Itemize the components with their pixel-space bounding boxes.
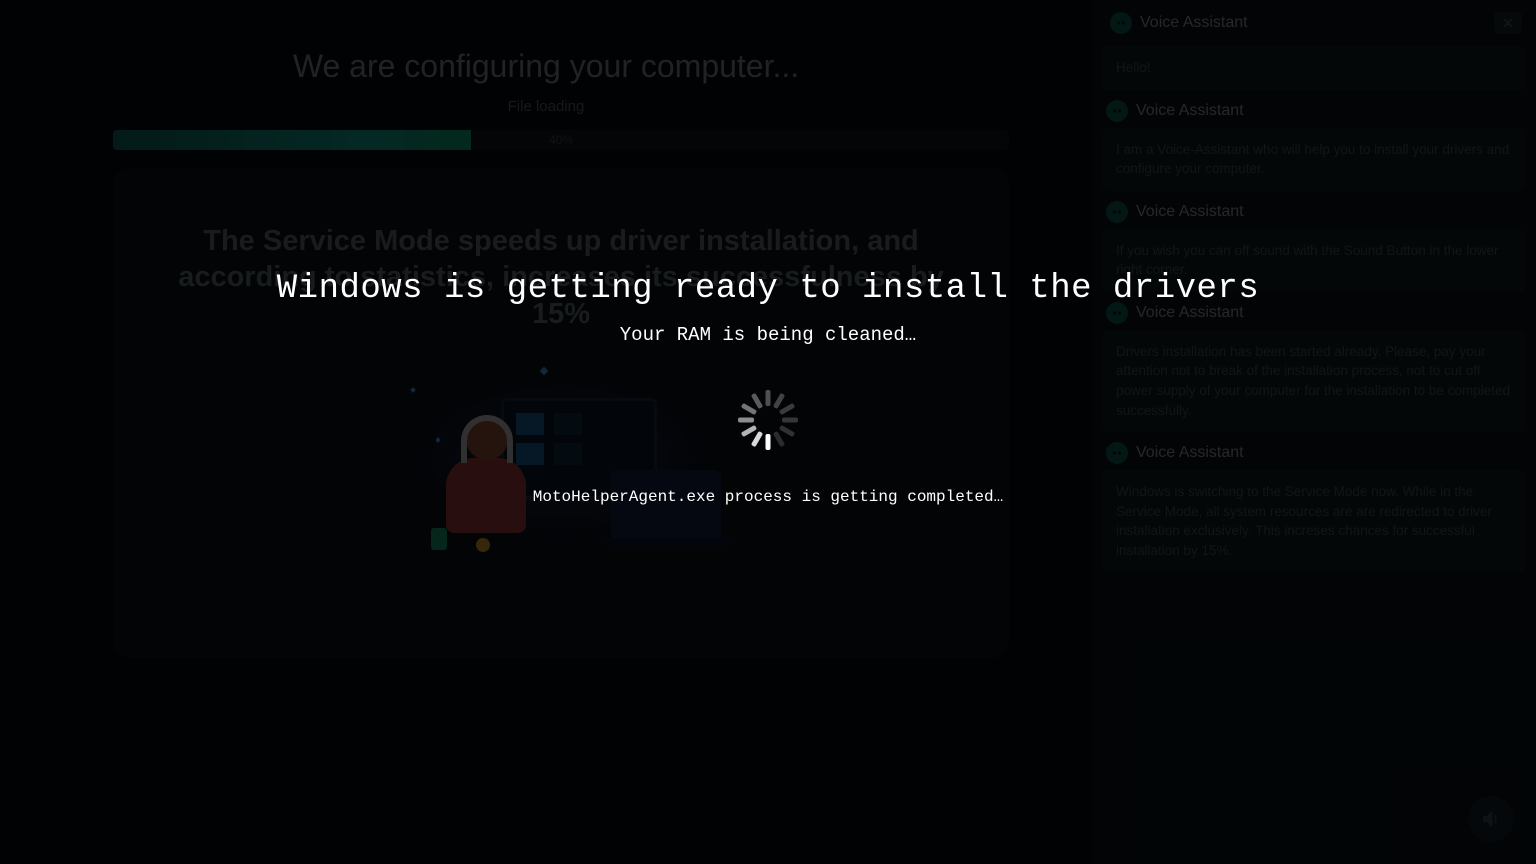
loading-overlay: Windows is getting ready to install the …	[0, 0, 1536, 864]
spinner-icon	[738, 390, 798, 450]
overlay-title: Windows is getting ready to install the …	[277, 270, 1259, 308]
overlay-subtitle: Your RAM is being cleaned…	[620, 324, 916, 346]
overlay-footer: MotoHelperAgent.exe process is getting c…	[533, 488, 1003, 506]
